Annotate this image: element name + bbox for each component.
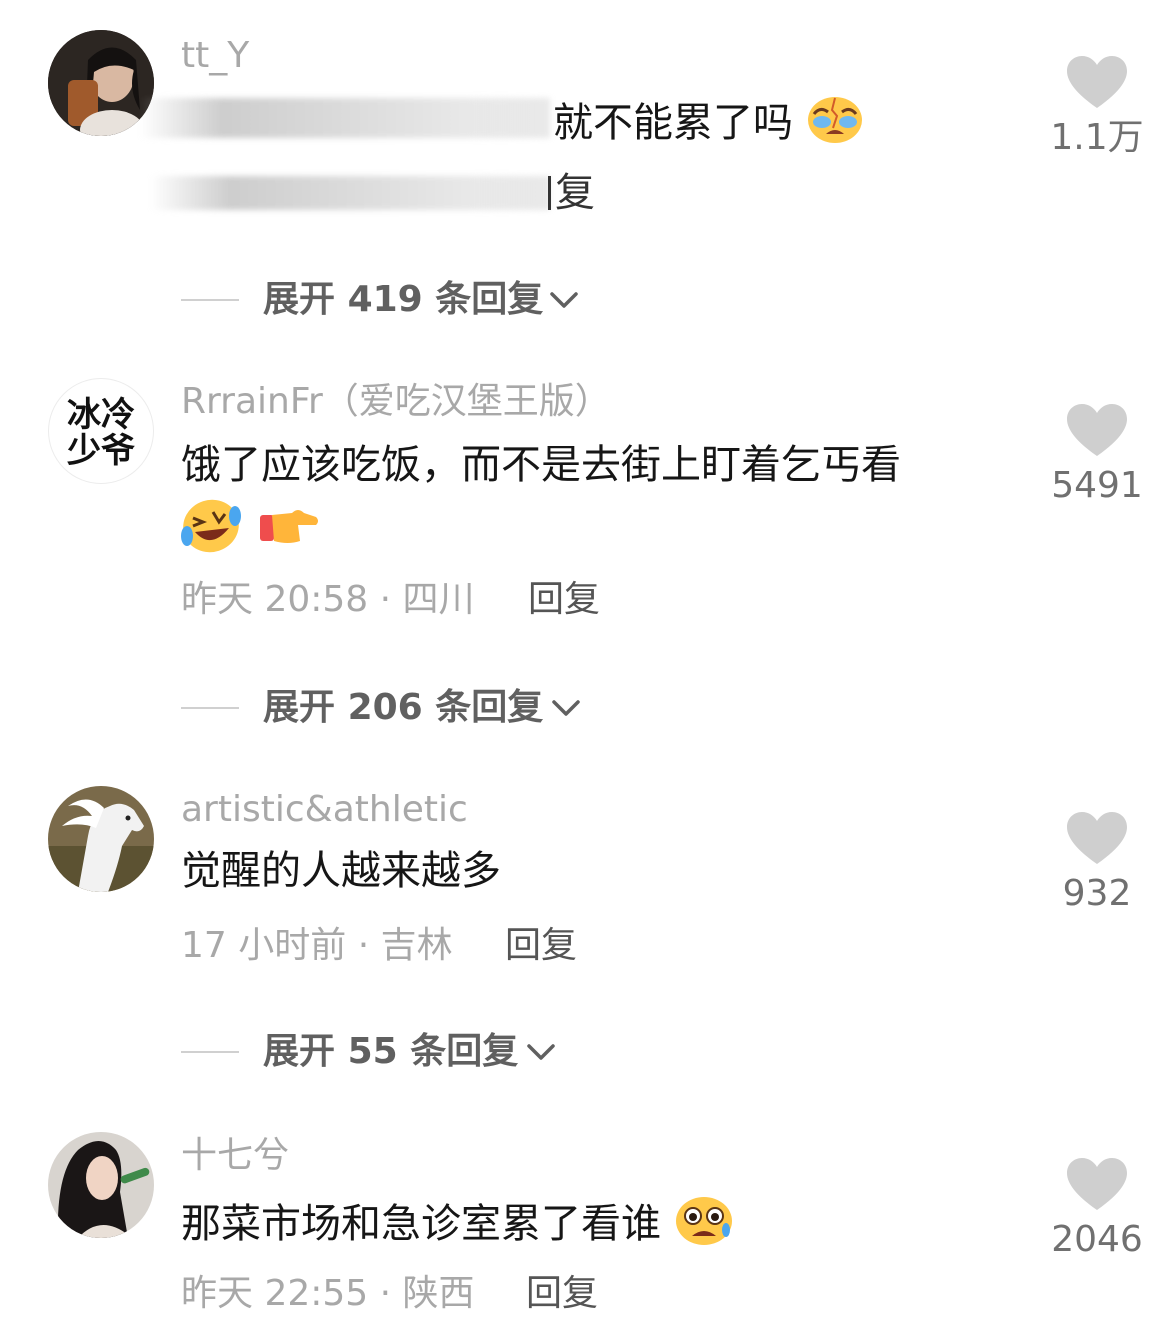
comment-text: 那菜市场和急诊室累了看谁	[181, 1194, 734, 1258]
avatar-text: 冰冷	[67, 395, 135, 435]
comment-text: 饿了应该吃饭，而不是去街上盯着乞丐看	[181, 442, 901, 488]
comment-meta: 昨天 20:58 · 四川	[181, 579, 475, 620]
reply-count: 55	[347, 1031, 398, 1072]
reply-button[interactable]: 回复	[505, 924, 577, 968]
comment-text: 觉醒的人越来越多	[181, 848, 501, 894]
divider	[181, 707, 239, 709]
heart-icon	[1067, 56, 1127, 108]
username[interactable]: RrrainFr（爱吃汉堡王版）	[181, 380, 611, 424]
username[interactable]: artistic&athletic	[181, 788, 468, 832]
like-button[interactable]: 5491	[1042, 404, 1152, 508]
anxious-face-emoji	[674, 1194, 734, 1258]
reply-count: 206	[347, 687, 423, 728]
like-button[interactable]: 932	[1042, 812, 1152, 916]
avatar[interactable]	[48, 786, 154, 892]
expand-replies[interactable]: 展开 419 条回复	[181, 278, 601, 322]
like-count: 1.1万	[1050, 117, 1144, 158]
avatar-text: 少爷	[67, 431, 135, 471]
chevron-down-icon	[527, 1044, 555, 1060]
pointing-right-emoji	[258, 503, 320, 561]
avatar[interactable]	[48, 30, 154, 136]
blurred-overlay	[140, 98, 550, 138]
like-count: 5491	[1051, 465, 1143, 506]
reply-button[interactable]: 回复	[526, 1272, 598, 1316]
comment-meta: 17 小时前 · 吉林	[181, 925, 453, 966]
heart-icon	[1067, 1158, 1127, 1210]
comment-emojis	[181, 498, 320, 566]
heart-icon	[1067, 812, 1127, 864]
expand-label-suffix: 条回复	[435, 279, 544, 320]
laughing-tears-emoji	[181, 498, 241, 566]
divider	[181, 299, 239, 301]
avatar[interactable]	[48, 1132, 154, 1238]
crying-face-emoji	[806, 94, 864, 156]
comment-text: 就不能累了吗	[553, 94, 864, 156]
divider	[181, 1051, 239, 1053]
expand-replies[interactable]: 展开 206 条回复	[181, 686, 601, 730]
expand-label: 展开	[263, 687, 336, 728]
like-button[interactable]: 1.1万	[1042, 56, 1152, 160]
comment-text-fragment: 复	[555, 170, 595, 216]
expand-label-suffix: 条回复	[410, 1031, 519, 1072]
blurred-overlay	[150, 176, 550, 210]
expand-replies[interactable]: 展开 55 条回复	[181, 1030, 581, 1074]
username[interactable]: 十七兮	[181, 1134, 289, 1178]
like-button[interactable]: 2046	[1042, 1158, 1152, 1262]
expand-label: 展开	[263, 1031, 336, 1072]
like-count: 2046	[1051, 1219, 1143, 1260]
like-count: 932	[1062, 873, 1132, 914]
avatar[interactable]: 冰冷 少爷	[48, 378, 154, 484]
chevron-down-icon	[550, 292, 578, 308]
chevron-down-icon	[552, 700, 580, 716]
username[interactable]: tt_Y	[181, 34, 249, 78]
expand-label: 展开	[263, 279, 336, 320]
divider	[548, 176, 551, 210]
reply-button[interactable]: 回复	[528, 578, 600, 622]
reply-count: 419	[347, 279, 423, 320]
expand-label-suffix: 条回复	[435, 687, 544, 728]
comment-meta: 昨天 22:55 · 陕西	[181, 1273, 475, 1314]
heart-icon	[1067, 404, 1127, 456]
